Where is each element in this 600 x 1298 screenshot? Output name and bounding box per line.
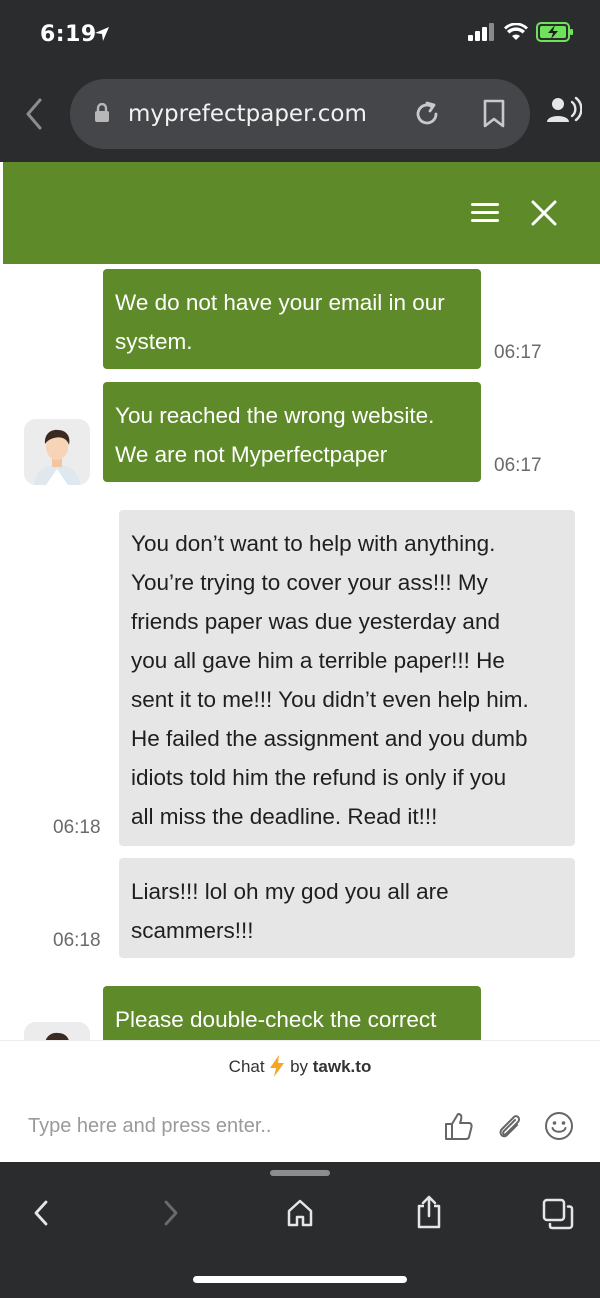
lock-icon xyxy=(95,103,109,122)
home-indicator xyxy=(193,1276,407,1283)
message-line: You’re trying to cover your ass!!! My xyxy=(131,570,488,595)
agent-message: We do not have your email in our system. xyxy=(103,269,481,369)
browser-address-row: myprefectpaper.com xyxy=(0,70,600,162)
status-bar: 6:19 xyxy=(0,0,600,70)
url-text: myprefectpaper.com xyxy=(128,101,367,127)
chat-header xyxy=(0,162,600,264)
back-icon[interactable] xyxy=(20,96,50,132)
powered-chat: Chat xyxy=(228,1057,265,1076)
browser-toolbar xyxy=(0,1162,600,1298)
message-line: Liars!!! lol oh my god you all are xyxy=(131,879,449,904)
visitor-message: You don’t want to help with anything. Yo… xyxy=(119,510,575,846)
tabs-icon[interactable] xyxy=(542,1198,574,1230)
message-time: 06:18 xyxy=(53,930,101,951)
powered-by[interactable]: Chat by tawk.to xyxy=(0,1055,600,1077)
visitor-message: Liars!!! lol oh my god you all are scamm… xyxy=(119,858,575,958)
bookmark-icon[interactable] xyxy=(482,99,506,129)
reader-icon[interactable] xyxy=(546,96,582,124)
paperclip-icon[interactable] xyxy=(494,1111,524,1141)
wifi-icon xyxy=(504,23,528,40)
share-icon[interactable] xyxy=(415,1194,443,1230)
status-time: 6:19 xyxy=(40,22,97,47)
agent-avatar-icon xyxy=(24,419,90,485)
back-icon[interactable] xyxy=(30,1198,52,1228)
reload-icon[interactable] xyxy=(412,99,442,129)
message-line: friends paper was due yesterday and xyxy=(131,609,500,634)
message-line: idiots told him the refund is only if yo… xyxy=(131,765,507,790)
message-line: sent it to me!!! You didn’t even help hi… xyxy=(131,687,529,712)
battery-charging-icon xyxy=(536,22,573,42)
agent-message: You reached the wrong website. We are no… xyxy=(103,382,481,482)
location-arrow-icon xyxy=(95,27,109,41)
message-time: 06:18 xyxy=(53,817,101,838)
message-line: We are not Myperfectpaper xyxy=(115,442,388,467)
agent-avatar xyxy=(24,1022,90,1040)
lightning-icon xyxy=(270,1055,285,1077)
forward-icon[interactable] xyxy=(160,1198,182,1228)
address-bar[interactable]: myprefectpaper.com xyxy=(70,79,530,149)
message-line: We do not have your email in our xyxy=(115,290,445,315)
agent-avatar-icon xyxy=(24,1022,90,1040)
message-time: 06:17 xyxy=(494,342,542,363)
message-line: scammers!!! xyxy=(131,918,254,943)
powered-by-text: by xyxy=(290,1057,309,1076)
menu-icon[interactable] xyxy=(471,202,501,224)
toolbar-grabber[interactable] xyxy=(270,1170,330,1176)
signal-icon xyxy=(468,23,494,41)
agent-avatar xyxy=(24,419,90,485)
thumbs-up-icon[interactable] xyxy=(444,1111,474,1141)
chat-widget: We do not have your email in our system.… xyxy=(0,162,600,1162)
status-indicators xyxy=(468,22,574,42)
chat-footer: Chat by tawk.to Type here and press ente… xyxy=(0,1040,600,1162)
message-list[interactable]: We do not have your email in our system.… xyxy=(0,264,600,1040)
message-line: He failed the assignment and you dumb xyxy=(131,726,528,751)
input-actions xyxy=(444,1111,574,1141)
close-icon[interactable] xyxy=(531,200,557,226)
message-line: You reached the wrong website. xyxy=(115,403,435,428)
message-line: Please double-check the correct xyxy=(115,1007,437,1032)
agent-message: Please double-check the correct xyxy=(103,986,481,1040)
message-time: 06:17 xyxy=(494,455,542,476)
powered-brand: tawk.to xyxy=(312,1057,372,1076)
message-line: You don’t want to help with anything. xyxy=(131,531,496,556)
emoji-icon[interactable] xyxy=(544,1111,574,1141)
message-line: all miss the deadline. Read it!!! xyxy=(131,804,438,829)
message-line: system. xyxy=(115,329,193,354)
message-input[interactable]: Type here and press enter.. xyxy=(28,1115,272,1138)
message-line: you all gave him a terrible paper!!! He xyxy=(131,648,505,673)
home-icon[interactable] xyxy=(286,1198,314,1228)
